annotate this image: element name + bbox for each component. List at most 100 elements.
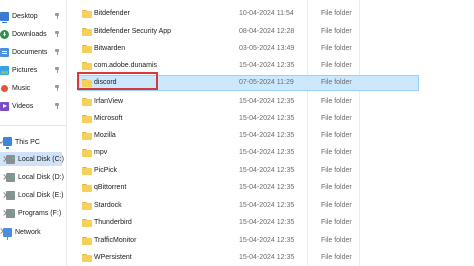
file-name: Microsoft [94,115,123,122]
nav-item-music[interactable]: Music [0,81,30,95]
file-row[interactable]: Thunderbird 15-04-2024 12:35 File folder [76,215,474,231]
file-name: Bitdefender Security App [94,28,172,35]
drive-icon [6,208,15,218]
file-date-modified: 15-04-2024 12:35 [239,98,295,105]
file-name: WPersistent [94,254,132,261]
folder-icon [82,237,92,245]
file-row[interactable]: TrafficMonitor 15-04-2024 12:35 File folde… [76,233,474,249]
file-row[interactable]: qBittorrent 15-04-2024 12:35 File folder [76,180,474,196]
file-date-modified: 10-04-2024 11:54 [239,10,294,17]
nav-item-drive-c[interactable]: Local Disk (C:) [0,152,64,166]
file-date-modified: 07-05-2024 11:29 [239,79,294,86]
downloads-icon [0,29,9,39]
file-name: TrafficMonitor [94,237,137,244]
file-type: File folder [321,98,352,105]
file-row[interactable]: Stardock 15-04-2024 12:35 File folder [76,198,474,214]
folder-icon [82,149,92,157]
nav-item-label: This PC [15,138,40,146]
file-row[interactable]: mpv 15-04-2024 12:35 File folder [76,145,474,161]
file-row[interactable]: Bitdefender 10-04-2024 11:54 File folder [76,6,474,22]
folder-icon [82,254,92,262]
file-name: PicPick [94,167,117,174]
music-icon [0,84,9,93]
file-row[interactable]: Bitdefender Security App 08-04-2024 12:28… [76,24,474,40]
nav-item-label: Local Disk (D:) [18,173,64,181]
folder-icon [82,167,92,175]
nav-item-videos[interactable]: Videos [0,99,33,113]
nav-item-drive-e[interactable]: Local Disk (E:) [6,188,64,202]
file-type: File folder [321,219,352,226]
folder-icon [82,184,92,192]
folder-icon [82,98,92,106]
file-type: File folder [321,167,352,174]
folder-icon [82,219,92,227]
file-date-modified: 08-04-2024 12:28 [239,28,295,35]
file-row[interactable]: Microsoft 15-04-2024 12:35 File folder [76,111,474,127]
nav-item-label: Pictures [12,66,38,74]
file-date-modified: 15-04-2024 12:35 [239,62,295,69]
pin-icon [54,85,60,91]
this-pc-icon [3,137,12,149]
file-type: File folder [321,28,352,35]
file-row[interactable]: WPersistent 15-04-2024 12:35 File folder [76,250,474,266]
nav-item-label: Programs (F:) [18,209,62,217]
file-date-modified: 15-04-2024 12:35 [239,167,295,174]
file-date-modified: 15-04-2024 12:35 [239,132,295,139]
folder-icon [82,45,92,53]
nav-item-label: Network [15,228,41,236]
file-type: File folder [321,132,352,139]
nav-item-pictures[interactable]: Pictures [0,63,37,77]
folder-icon [82,115,92,123]
file-type: File folder [321,184,352,191]
file-type: File folder [321,254,352,261]
file-type: File folder [321,149,352,156]
nav-item-label: Local Disk (C:) [18,155,64,163]
nav-item-desktop[interactable]: Desktop [0,9,38,23]
file-type: File folder [321,10,352,17]
file-name: com.adobe.dunamis [94,62,158,69]
file-row[interactable]: IrfanView 15-04-2024 12:35 File folder [76,94,474,110]
desktop-icon [0,11,9,23]
file-row[interactable]: PicPick 15-04-2024 12:35 File folder [76,163,474,179]
file-type: File folder [321,79,352,86]
folder-icon [82,28,92,36]
nav-item-label: Music [12,84,31,92]
nav-item-drive-d[interactable]: Local Disk (D:) [6,170,64,184]
file-name: Thunderbird [94,219,132,226]
documents-icon [0,47,9,57]
file-name: mpv [94,149,108,156]
file-name: Bitwarden [94,45,126,52]
nav-item-documents[interactable]: Documents [0,45,47,59]
pin-icon [54,31,60,37]
file-name: IrfanView [94,98,124,105]
file-name: Bitdefender [94,10,130,17]
file-name: Mozilla [94,132,116,139]
pin-icon [54,67,60,73]
file-type: File folder [321,45,352,52]
file-type: File folder [321,62,352,69]
file-date-modified: 15-04-2024 12:35 [239,237,295,244]
file-type: File folder [321,202,352,209]
pin-icon [54,13,60,19]
nav-item-downloads[interactable]: Downloads [0,27,47,41]
nav-item-label: Downloads [12,30,47,38]
folder-icon [82,202,92,210]
file-row[interactable]: Mozilla 15-04-2024 12:35 File folder [76,128,474,144]
nav-item-network[interactable]: Network [3,225,41,240]
file-date-modified: 15-04-2024 12:35 [239,254,295,261]
nav-item-label: Desktop [12,12,38,20]
file-date-modified: 15-04-2024 12:35 [239,149,295,156]
nav-item-label: Local Disk (E:) [18,191,64,199]
file-row[interactable]: Bitwarden 03-05-2024 13:49 File folder [76,41,474,57]
drive-icon [6,172,15,182]
annotation-highlight-box [77,72,158,90]
file-name: Stardock [94,202,122,209]
drive-icon [6,190,15,200]
folder-icon [82,10,92,18]
drive-icon [6,154,15,164]
nav-item-this-pc[interactable]: This PC [3,135,40,149]
pin-icon [54,49,60,55]
navigation-pane: Desktop Downloads Documents Pictures Mus… [0,0,66,266]
nav-item-drive-f[interactable]: Programs (F:) [6,206,61,220]
pane-divider [66,0,67,266]
